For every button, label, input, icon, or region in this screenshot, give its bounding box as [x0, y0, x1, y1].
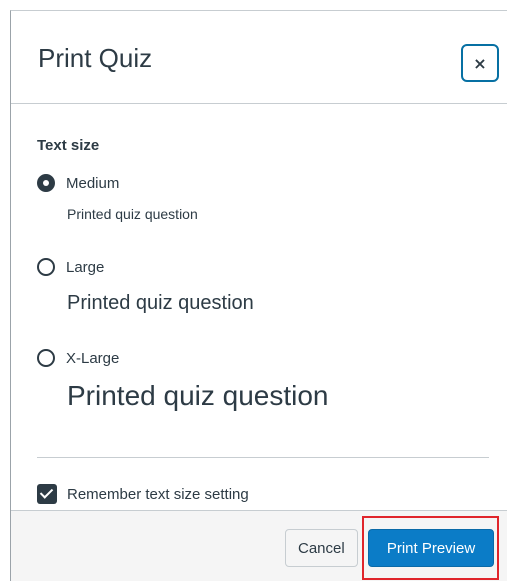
- close-icon: ×: [473, 53, 487, 73]
- modal-header: Print Quiz ×: [11, 11, 507, 104]
- sample-medium: Printed quiz question: [67, 206, 198, 222]
- remember-label: Remember text size setting: [67, 485, 249, 503]
- radio-large-label: Large: [66, 258, 105, 276]
- remember-checkbox[interactable]: Remember text size setting: [37, 484, 249, 504]
- radio-large[interactable]: Large: [37, 258, 104, 276]
- print-quiz-modal: Print Quiz × Text size Medium Printed qu…: [10, 10, 507, 581]
- radio-medium-label: Medium: [66, 174, 120, 192]
- modal-body: Text size Medium Printed quiz question L…: [11, 103, 507, 511]
- cancel-button[interactable]: Cancel: [285, 529, 358, 567]
- print-preview-highlight: Print Preview: [362, 516, 499, 580]
- modal-footer: Cancel Print Preview: [11, 510, 507, 581]
- text-size-label: Text size: [37, 137, 100, 154]
- radio-medium[interactable]: Medium: [37, 174, 119, 192]
- sample-large: Printed quiz question: [67, 292, 254, 314]
- radio-medium-icon: [37, 174, 55, 192]
- radio-xlarge[interactable]: X-Large: [37, 349, 119, 367]
- print-preview-button[interactable]: Print Preview: [368, 529, 494, 567]
- radio-large-icon: [37, 258, 55, 276]
- divider: [37, 457, 489, 458]
- radio-xlarge-icon: [37, 349, 55, 367]
- sample-xlarge: Printed quiz question: [67, 380, 329, 411]
- checkbox-checked-icon: [37, 484, 57, 504]
- radio-xlarge-label: X-Large: [66, 349, 120, 367]
- close-button[interactable]: ×: [461, 44, 499, 82]
- modal-title: Print Quiz: [38, 43, 153, 73]
